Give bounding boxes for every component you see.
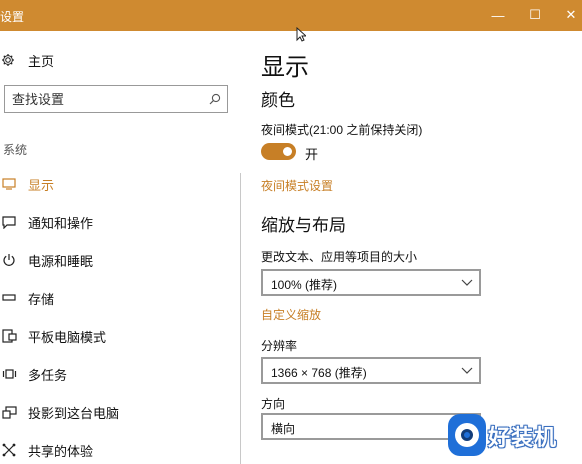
window-title: 设置 (0, 10, 25, 24)
resolution-label: 分辨率 (261, 339, 298, 353)
title-bar: 设置 — ☐ ✕ (0, 0, 582, 31)
tablet-icon (1, 328, 17, 344)
close-button[interactable]: ✕ (560, 4, 582, 26)
night-mode-toggle[interactable] (261, 143, 296, 160)
text-size-label: 更改文本、应用等项目的大小 (261, 250, 418, 264)
sidebar-item-label: 电源和睡眠 (28, 253, 94, 269)
orientation-value: 横向 (271, 422, 296, 436)
resolution-value: 1366 × 768 (推荐) (271, 366, 367, 380)
storage-icon (1, 290, 17, 306)
chevron-down-icon (461, 274, 473, 295)
toggle-knob (283, 147, 292, 156)
home-label: 主页 (28, 53, 55, 69)
power-icon (1, 252, 17, 268)
gear-icon (0, 52, 16, 68)
message-icon (1, 214, 17, 230)
night-mode-label: 夜间模式(21:00 之前保持关闭) (261, 123, 423, 137)
scale-value: 100% (推荐) (271, 278, 338, 292)
watermark-text: 好装机 (488, 425, 558, 450)
scale-dropdown[interactable]: 100% (推荐) (261, 269, 481, 296)
watermark: 好装机 (444, 406, 582, 464)
sidebar-item-power[interactable]: 电源和睡眠 (0, 241, 240, 279)
color-heading: 颜色 (261, 91, 295, 110)
sidebar-item-shared-experiences[interactable]: 共享的体验 (0, 431, 240, 464)
watermark-logo (448, 414, 486, 456)
home-nav-item[interactable]: 主页 (0, 49, 54, 71)
sidebar-item-label: 多任务 (28, 367, 68, 383)
sidebar-nav: 显示 通知和操作 电源和睡眠 存储 平板电脑模式 多任务 投影到这台电脑 共享的… (0, 165, 240, 464)
sidebar-item-notifications[interactable]: 通知和操作 (0, 203, 240, 241)
sidebar-item-storage[interactable]: 存储 (0, 279, 240, 317)
maximize-button[interactable]: ☐ (524, 4, 546, 26)
sidebar-item-display[interactable]: 显示 (0, 165, 240, 203)
chevron-down-icon (461, 362, 473, 383)
page-title: 显示 (261, 54, 309, 81)
search-box[interactable] (4, 85, 228, 113)
mouse-cursor (296, 26, 308, 47)
monitor-icon (1, 176, 17, 192)
eye-icon (455, 423, 479, 447)
sidebar-item-label: 共享的体验 (28, 443, 94, 459)
sidebar-item-label: 显示 (28, 177, 55, 193)
sidebar-item-project[interactable]: 投影到这台电脑 (0, 393, 240, 431)
sidebar-item-label: 投影到这台电脑 (28, 405, 120, 421)
sidebar-item-label: 存储 (28, 291, 55, 307)
search-icon[interactable] (209, 92, 221, 110)
multitask-icon (1, 366, 17, 382)
scale-layout-heading: 缩放与布局 (261, 216, 346, 235)
orientation-label: 方向 (261, 397, 286, 411)
minimize-button[interactable]: — (487, 4, 509, 26)
section-label-system: 系统 (3, 143, 28, 157)
content-divider (240, 173, 241, 464)
project-icon (1, 404, 17, 420)
sidebar-item-label: 通知和操作 (28, 215, 94, 231)
sidebar-item-label: 平板电脑模式 (28, 329, 107, 345)
sidebar: 主页 系统 显示 通知和操作 电源和睡眠 (0, 31, 240, 464)
sidebar-item-tablet-mode[interactable]: 平板电脑模式 (0, 317, 240, 355)
custom-scale-link[interactable]: 自定义缩放 (261, 306, 321, 323)
search-input[interactable] (5, 86, 195, 112)
night-mode-settings-link[interactable]: 夜间模式设置 (261, 177, 333, 194)
resolution-dropdown[interactable]: 1366 × 768 (推荐) (261, 357, 481, 384)
share-icon (1, 442, 17, 458)
sidebar-item-multitasking[interactable]: 多任务 (0, 355, 240, 393)
toggle-state-label: 开 (305, 147, 319, 162)
